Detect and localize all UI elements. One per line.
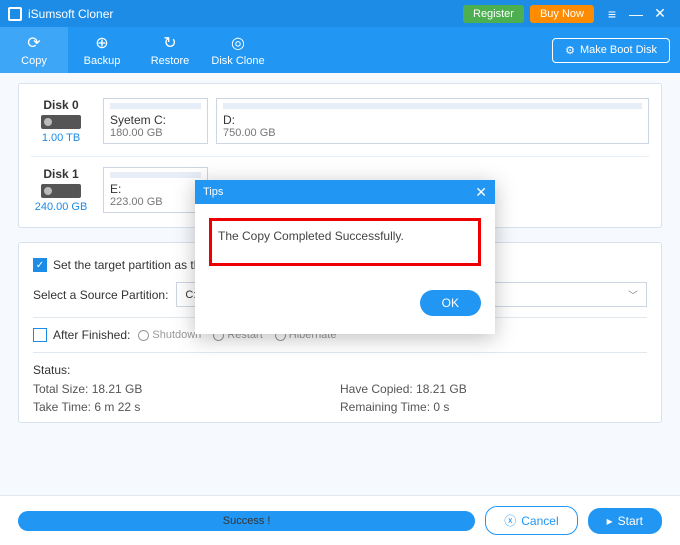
play-icon: ▸ — [607, 514, 613, 528]
disk-label: Disk 1 — [31, 167, 91, 181]
status-grid: Total Size: 18.21 GB Have Copied: 18.21 … — [33, 382, 647, 414]
cancel-label: Cancel — [521, 514, 558, 528]
app-title: iSumsoft Cloner — [28, 7, 463, 21]
set-target-checkbox[interactable]: ✓ — [33, 258, 47, 272]
hard-drive-icon — [41, 184, 81, 198]
progress-bar: Success ! — [18, 511, 475, 531]
status-remaining: Remaining Time: 0 s — [340, 400, 647, 414]
divider — [33, 352, 647, 353]
start-button[interactable]: ▸ Start — [588, 508, 662, 534]
menu-icon[interactable]: ≡ — [600, 2, 624, 26]
status-label: Status: — [33, 358, 647, 382]
disk-row-0: Disk 0 1.00 TB Syetem C: 180.00 GB D: 75… — [31, 92, 649, 150]
tab-label: Restore — [151, 55, 190, 67]
partition-c[interactable]: Syetem C: 180.00 GB — [103, 98, 208, 144]
radio-shutdown[interactable]: Shutdown — [138, 329, 201, 341]
close-icon[interactable]: ✕ — [648, 2, 672, 26]
progress-text: Success ! — [223, 515, 271, 527]
main-tabs: ⟳ Copy ⊕ Backup ↻ Restore ◎ Disk Clone ⚙… — [0, 27, 680, 73]
cancel-button[interactable]: ⓧ Cancel — [485, 506, 577, 535]
disk-size: 240.00 GB — [31, 201, 91, 213]
dialog-message: The Copy Completed Successfully. — [218, 229, 472, 243]
radio-icon — [138, 330, 149, 341]
boot-disk-label: Make Boot Disk — [580, 44, 657, 56]
after-finished-checkbox[interactable] — [33, 328, 47, 342]
footer-bar: Success ! ⓧ Cancel ▸ Start — [0, 495, 680, 545]
make-boot-disk-button[interactable]: ⚙ Make Boot Disk — [552, 38, 670, 63]
chevron-down-icon: ﹀ — [628, 287, 638, 302]
partitions: Syetem C: 180.00 GB D: 750.00 GB — [103, 98, 649, 144]
partition-size: 750.00 GB — [223, 127, 642, 139]
status-total-size: Total Size: 18.21 GB — [33, 382, 340, 396]
tab-copy[interactable]: ⟳ Copy — [0, 27, 68, 73]
titlebar: iSumsoft Cloner Register Buy Now ≡ — ✕ — [0, 0, 680, 27]
tab-disk-clone[interactable]: ◎ Disk Clone — [204, 27, 272, 73]
dialog-ok-button[interactable]: OK — [420, 290, 481, 316]
partition-name: E: — [110, 182, 201, 196]
partition-size: 180.00 GB — [110, 127, 201, 139]
dialog-titlebar: Tips ✕ — [195, 180, 495, 204]
partition-bar — [223, 103, 642, 109]
minimize-icon[interactable]: — — [624, 2, 648, 26]
status-have-copied: Have Copied: 18.21 GB — [340, 382, 647, 396]
radio-label: Shutdown — [152, 329, 201, 341]
disk-info: Disk 1 240.00 GB — [31, 167, 91, 213]
partition-d[interactable]: D: 750.00 GB — [216, 98, 649, 144]
app-logo-icon — [8, 7, 22, 21]
disk-size: 1.00 TB — [31, 132, 91, 144]
dialog-title: Tips — [203, 186, 223, 198]
dialog-highlight: The Copy Completed Successfully. — [209, 218, 481, 266]
tips-dialog: Tips ✕ The Copy Completed Successfully. … — [195, 180, 495, 334]
gear-icon: ⚙ — [565, 44, 575, 57]
partition-bar — [110, 103, 201, 109]
register-button[interactable]: Register — [463, 5, 524, 23]
status-take-time: Take Time: 6 m 22 s — [33, 400, 340, 414]
hard-drive-icon — [41, 115, 81, 129]
tab-label: Backup — [84, 55, 121, 67]
set-target-label: Set the target partition as the b — [53, 258, 217, 272]
restore-icon: ↻ — [163, 33, 176, 53]
backup-icon: ⊕ — [95, 33, 108, 53]
refresh-icon: ⟳ — [27, 33, 40, 53]
start-label: Start — [618, 514, 643, 528]
dialog-body: The Copy Completed Successfully. OK — [195, 204, 495, 334]
partition-size: 223.00 GB — [110, 196, 201, 208]
partition-bar — [110, 172, 201, 178]
after-finished-label: After Finished: — [53, 328, 130, 342]
tab-label: Disk Clone — [211, 55, 264, 67]
tab-restore[interactable]: ↻ Restore — [136, 27, 204, 73]
select-source-label: Select a Source Partition: — [33, 288, 168, 302]
buy-now-button[interactable]: Buy Now — [530, 5, 594, 23]
disk-info: Disk 0 1.00 TB — [31, 98, 91, 144]
partition-name: D: — [223, 113, 642, 127]
disk-clone-icon: ◎ — [231, 33, 245, 53]
tab-label: Copy — [21, 55, 47, 67]
partition-name: Syetem C: — [110, 113, 201, 127]
cancel-icon: ⓧ — [504, 512, 516, 529]
disk-label: Disk 0 — [31, 98, 91, 112]
tab-backup[interactable]: ⊕ Backup — [68, 27, 136, 73]
partition-e[interactable]: E: 223.00 GB — [103, 167, 208, 213]
dialog-close-icon[interactable]: ✕ — [475, 184, 487, 201]
